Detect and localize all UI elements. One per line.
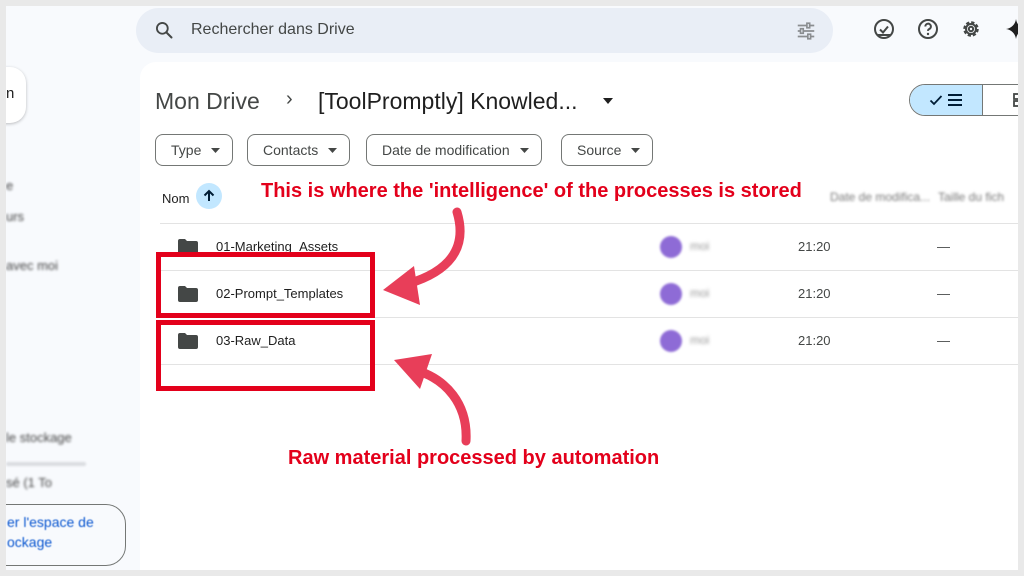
column-header-name[interactable]: Nom: [162, 191, 189, 206]
list-icon: [948, 94, 962, 106]
file-size: —: [937, 286, 950, 301]
column-header-modified[interactable]: Date de modifica...: [830, 190, 930, 204]
breadcrumb-separator: ›: [286, 88, 293, 110]
help-icon[interactable]: [916, 17, 940, 41]
search-filter-icon[interactable]: [795, 20, 817, 42]
avatar: [660, 236, 682, 258]
sidebar-item-computers[interactable]: urs: [6, 209, 24, 224]
search-input[interactable]: Rechercher dans Drive: [191, 21, 355, 39]
avatar: [660, 330, 682, 352]
folder-menu-caret-icon[interactable]: [602, 97, 614, 105]
filter-modified-chip[interactable]: Date de modification: [366, 134, 542, 166]
file-size: —: [937, 239, 950, 254]
view-toggle: [909, 84, 1018, 116]
owner-name: moi: [690, 239, 710, 253]
filter-type-chip[interactable]: Type: [155, 134, 234, 166]
offline-ready-icon[interactable]: [872, 17, 896, 41]
arrow-up-icon: [203, 189, 215, 201]
list-view-button[interactable]: [910, 85, 983, 115]
grid-icon: [1012, 93, 1018, 107]
chevron-down-icon: [631, 147, 641, 153]
filter-contacts-chip[interactable]: Contacts: [247, 134, 351, 166]
storage-usage: sé (1 To: [6, 475, 53, 490]
search-icon: [156, 22, 173, 39]
grid-view-button[interactable]: [983, 85, 1018, 115]
settings-icon[interactable]: [959, 17, 983, 41]
highlight-box-prompt-templates: [156, 252, 375, 318]
avatar: [660, 283, 682, 305]
modified-time: 21:20: [798, 239, 831, 254]
check-icon: [929, 95, 943, 106]
new-button[interactable]: n: [6, 67, 26, 123]
column-header-size[interactable]: Taille du fich: [938, 190, 1004, 204]
sort-ascending-button[interactable]: [196, 183, 222, 209]
breadcrumb-current-folder[interactable]: [ToolPromptly] Knowled...: [318, 88, 578, 115]
chevron-down-icon: [519, 147, 529, 153]
annotation-bottom: Raw material processed by automation: [288, 447, 660, 469]
sidebar-item-home[interactable]: e: [6, 178, 13, 193]
sidebar: n e urs avec moi le stockage sé (1 To er…: [6, 56, 134, 570]
gemini-icon[interactable]: [1004, 17, 1018, 41]
annotation-top: This is where the 'intelligence' of the …: [261, 180, 802, 202]
storage-progress-bar: [6, 462, 86, 466]
modified-time: 21:20: [798, 286, 831, 301]
search-bar[interactable]: Rechercher dans Drive: [136, 8, 833, 53]
sidebar-item-shared[interactable]: avec moi: [6, 258, 58, 273]
owner-name: moi: [690, 333, 710, 347]
filter-source-chip[interactable]: Source: [561, 134, 654, 166]
owner-name: moi: [690, 286, 710, 300]
highlight-box-raw-data: [156, 320, 375, 391]
sidebar-item-storage[interactable]: le stockage: [6, 430, 72, 445]
file-size: —: [937, 333, 950, 348]
modified-time: 21:20: [798, 333, 831, 348]
breadcrumb-root[interactable]: Mon Drive: [155, 88, 260, 115]
chevron-down-icon: [328, 147, 338, 153]
get-more-storage-button[interactable]: er l'espace de ockage: [6, 504, 126, 566]
chevron-down-icon: [211, 147, 221, 153]
